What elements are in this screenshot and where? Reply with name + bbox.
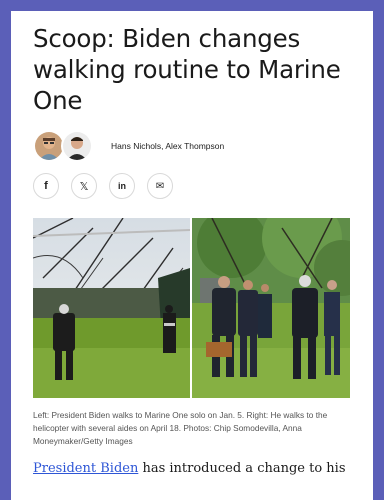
linkedin-icon: in — [118, 181, 126, 191]
photo-left-biden-solo — [33, 218, 190, 398]
president-biden-link[interactable]: President Biden — [33, 461, 138, 476]
article-card: Scoop: Biden changes walking routine to … — [11, 11, 373, 500]
email-icon: ✉ — [155, 180, 165, 192]
email-share-button[interactable]: ✉ — [147, 173, 173, 199]
share-bar: f 𝕏 in ✉ — [33, 173, 173, 199]
byline: Hans Nichols, Alex Thompson — [33, 129, 224, 163]
author-names[interactable]: Hans Nichols, Alex Thompson — [111, 141, 224, 151]
article-body: President Biden has introduced a change … — [33, 459, 363, 479]
facebook-icon: f — [44, 180, 48, 192]
x-icon: 𝕏 — [79, 180, 89, 193]
article-photo — [33, 218, 350, 398]
photo-right-biden-with-aides — [192, 218, 350, 398]
x-share-button[interactable]: 𝕏 — [71, 173, 97, 199]
author-avatar-alex-thompson[interactable] — [61, 130, 93, 162]
photo-caption: Left: President Biden walks to Marine On… — [33, 410, 328, 446]
article-body-text: has introduced a change to his — [138, 461, 346, 476]
article-headline: Scoop: Biden changes walking routine to … — [33, 24, 341, 115]
facebook-share-button[interactable]: f — [33, 173, 59, 199]
linkedin-share-button[interactable]: in — [109, 173, 135, 199]
